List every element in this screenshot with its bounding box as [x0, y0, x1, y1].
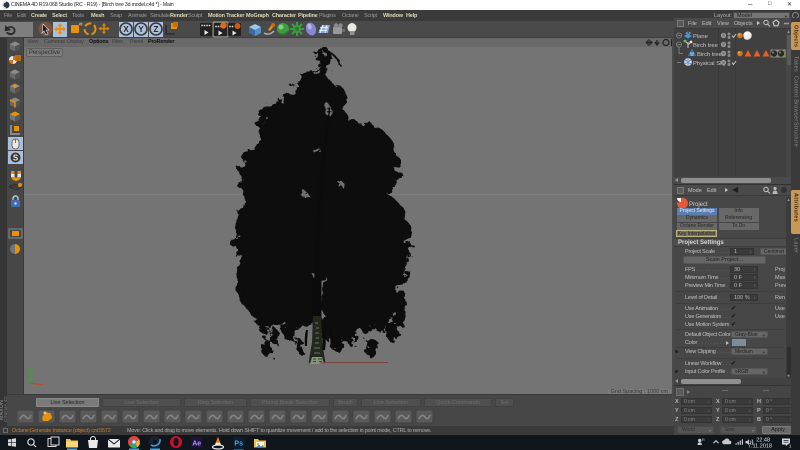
svg-text:Birch tree: Birch tree	[697, 52, 722, 58]
svg-text:Ae: Ae	[192, 441, 201, 448]
svg-text:Birch tree: Birch tree	[693, 43, 718, 49]
svg-text:Ps: Ps	[234, 441, 243, 448]
svg-text:R: R	[702, 438, 705, 442]
svg-text:7.11.2018: 7.11.2018	[748, 444, 772, 450]
svg-text:Z: Z	[154, 25, 159, 34]
svg-text:Y: Y	[138, 25, 144, 34]
svg-text:Plane: Plane	[693, 34, 708, 40]
svg-text:S: S	[13, 154, 19, 163]
svg-text:X: X	[123, 25, 129, 34]
